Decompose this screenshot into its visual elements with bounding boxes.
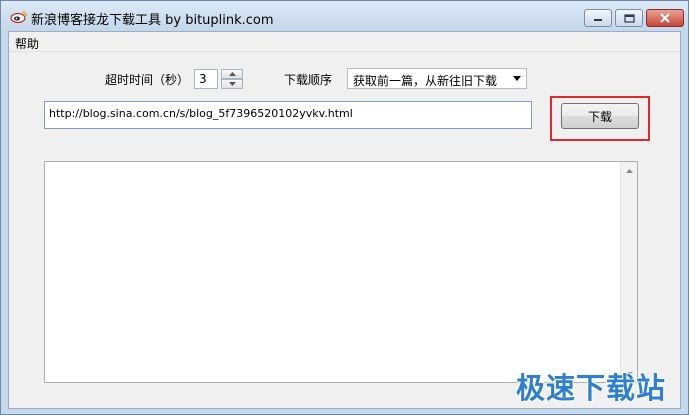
client-area: 帮助 超时时间（秒） 3 下载顺序 获取前一篇，从新往旧下载 http://bl… xyxy=(8,31,681,409)
close-icon xyxy=(660,13,670,23)
scroll-up-button[interactable] xyxy=(621,162,637,179)
window-title: 新浪博客接龙下载工具 by bituplink.com xyxy=(31,13,274,28)
url-input[interactable]: http://blog.sina.com.cn/s/blog_5f7396520… xyxy=(44,101,532,129)
order-selected-value: 获取前一篇，从新往旧下载 xyxy=(353,74,498,88)
timeout-spinner xyxy=(221,69,243,89)
app-window: 新浪博客接龙下载工具 by bituplink.com 帮助 超时时间（秒） 3 xyxy=(0,0,689,415)
maximize-button[interactable] xyxy=(615,9,643,27)
order-select[interactable]: 获取前一篇，从新往旧下载 xyxy=(347,68,527,89)
spin-up-button[interactable] xyxy=(221,69,243,79)
download-button[interactable]: 下载 xyxy=(561,103,639,129)
menu-bar: 帮助 xyxy=(9,32,680,52)
maximize-icon xyxy=(623,13,635,23)
chevron-up-icon xyxy=(625,168,633,173)
chevron-down-icon xyxy=(513,76,521,81)
title-bar[interactable]: 新浪博客接龙下载工具 by bituplink.com xyxy=(1,1,688,31)
dropdown-arrow[interactable] xyxy=(508,69,526,88)
timeout-input[interactable]: 3 xyxy=(194,69,218,89)
order-label: 下载顺序 xyxy=(284,73,333,87)
timeout-label: 超时时间（秒） xyxy=(105,73,190,87)
menu-item-help[interactable]: 帮助 xyxy=(15,35,39,52)
chevron-down-icon xyxy=(228,82,236,86)
log-textarea[interactable] xyxy=(44,161,638,383)
minimize-icon xyxy=(594,19,602,21)
chevron-up-icon xyxy=(228,72,236,76)
site-watermark: 极速下载站 xyxy=(516,371,667,405)
close-button[interactable] xyxy=(646,9,684,27)
sina-logo-icon xyxy=(10,11,28,23)
log-scrollbar[interactable] xyxy=(620,162,637,382)
spin-down-button[interactable] xyxy=(221,79,243,89)
minimize-button[interactable] xyxy=(584,9,612,27)
